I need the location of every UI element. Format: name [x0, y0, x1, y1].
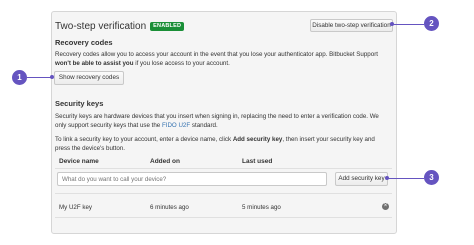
- recovery-text-bold: won't be able to assist you: [55, 60, 134, 67]
- recovery-codes-heading: Recovery codes: [55, 38, 113, 47]
- added-on-cell: 6 minutes ago: [150, 204, 189, 211]
- row-divider: [55, 217, 392, 218]
- recovery-text-2: if you lose access to your account.: [133, 60, 230, 67]
- enabled-badge: ENABLED: [150, 22, 185, 31]
- instr-text-bold: Add security key: [232, 136, 283, 143]
- remove-key-icon[interactable]: ×: [382, 203, 389, 210]
- column-header-device-name: Device name: [59, 158, 99, 165]
- device-name-input[interactable]: [57, 172, 327, 186]
- disable-two-step-button[interactable]: Disable two-step verification: [310, 19, 393, 32]
- fido-u2f-link[interactable]: FIDO U2F: [162, 122, 190, 129]
- last-used-cell: 5 minutes ago: [242, 204, 281, 211]
- show-recovery-codes-button[interactable]: Show recovery codes: [54, 71, 124, 85]
- callout-2-dot: [390, 22, 394, 26]
- title-text: Two-step verification: [55, 21, 147, 32]
- header-divider: [55, 168, 392, 169]
- security-keys-instructions: To link a security key to your account, …: [55, 135, 391, 153]
- column-header-last-used: Last used: [242, 158, 273, 165]
- security-desc-2: standard.: [190, 122, 218, 129]
- instr-text-1: To link a security key to your account, …: [55, 136, 233, 143]
- device-name-cell: My U2F key: [59, 204, 93, 211]
- security-keys-heading: Security keys: [55, 99, 104, 108]
- callout-3-dot: [385, 176, 389, 180]
- page-title: Two-step verification ENABLED: [55, 21, 185, 32]
- callout-2-badge: 2: [424, 16, 439, 31]
- input-row-divider: [55, 193, 392, 194]
- two-step-verification-panel: Two-step verification ENABLED Disable two…: [51, 11, 397, 234]
- add-security-key-button[interactable]: Add security key: [335, 172, 388, 186]
- column-header-added-on: Added on: [150, 158, 180, 165]
- callout-1-dot: [50, 75, 54, 79]
- recovery-codes-description: Recovery codes allow you to access your …: [55, 50, 391, 68]
- recovery-text-1: Recovery codes allow you to access your …: [55, 51, 378, 58]
- callout-3-badge: 3: [424, 170, 439, 185]
- callout-3-line: [387, 178, 424, 179]
- security-keys-description: Security keys are hardware devices that …: [55, 112, 391, 130]
- callout-2-line: [392, 24, 424, 25]
- callout-1-line: [27, 77, 52, 78]
- callout-1-badge: 1: [12, 70, 27, 85]
